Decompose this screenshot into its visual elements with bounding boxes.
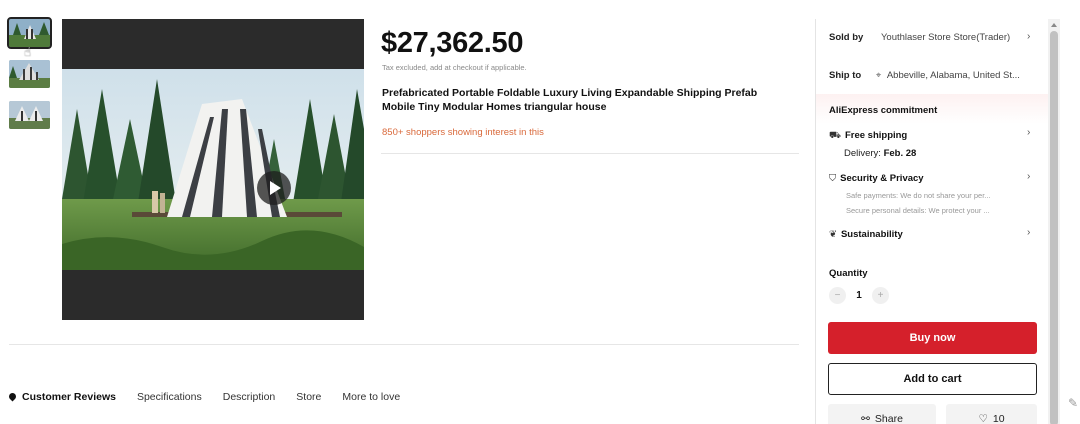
delivery-date: Feb. 28 [883, 148, 917, 159]
pencil-icon[interactable]: ✎ [1068, 396, 1078, 410]
sustainability-row[interactable]: ❦ Sustainability [829, 229, 903, 240]
security-line-2: Secure personal details: We protect your… [846, 206, 990, 215]
product-image [62, 69, 364, 270]
add-to-cart-button[interactable]: Add to cart [828, 363, 1037, 395]
play-icon[interactable] [257, 171, 291, 205]
product-tabs: Customer Reviews Specifications Descript… [9, 391, 421, 403]
interest-text: 850+ shoppers showing interest in this [382, 127, 544, 138]
heart-icon: ♡ [978, 413, 988, 424]
product-price: $27,362.50 [381, 27, 524, 59]
quantity-label: Quantity [829, 268, 868, 279]
tab-more-to-love[interactable]: More to love [342, 391, 400, 403]
thumbnail-strip [7, 17, 52, 142]
chevron-right-icon: › [1027, 227, 1031, 238]
quantity-value[interactable]: 1 [855, 290, 863, 301]
location-pin-icon [9, 393, 16, 402]
wishlist-count: 10 [992, 413, 1005, 424]
scrollbar[interactable] [1048, 19, 1060, 424]
scrollbar-thumb[interactable] [1050, 31, 1058, 424]
chevron-right-icon: › [1027, 127, 1031, 138]
tab-store[interactable]: Store [296, 391, 321, 403]
decrease-quantity-button[interactable]: − [829, 287, 846, 304]
scroll-up-icon[interactable] [1051, 23, 1057, 27]
thumbnail-3[interactable] [9, 101, 50, 129]
free-shipping-row[interactable]: ⛟ Free shipping [829, 130, 907, 142]
tax-note: Tax excluded, add at checkout if applica… [382, 63, 527, 72]
security-line-1: Safe payments: We do not share your per.… [846, 191, 991, 200]
wishlist-button[interactable]: ♡ 10 [946, 404, 1037, 424]
delivery-row: Delivery: Feb. 28 [844, 148, 917, 159]
tab-customer-reviews[interactable]: Customer Reviews [9, 391, 116, 403]
commitment-title: AliExpress commitment [829, 105, 938, 116]
location-pin-icon: ⌖ [875, 70, 882, 81]
chevron-right-icon: › [1027, 171, 1031, 182]
quantity-stepper: − 1 + [829, 287, 889, 304]
ship-to-row[interactable]: Ship to ⌖ Abbeville, Alabama, United St.… [829, 70, 1020, 81]
thumbnail-1[interactable] [7, 17, 52, 49]
tab-description[interactable]: Description [223, 391, 276, 403]
share-button[interactable]: ⚯ Share [828, 404, 936, 424]
share-icon: ⚯ [861, 413, 870, 424]
tab-specifications[interactable]: Specifications [137, 391, 202, 403]
thumbnail-2[interactable] [9, 60, 50, 88]
chevron-right-icon: › [1027, 31, 1031, 42]
increase-quantity-button[interactable]: + [872, 287, 889, 304]
product-title: Prefabricated Portable Foldable Luxury L… [382, 87, 758, 113]
sold-by-row[interactable]: Sold by Youthlaser Store Store(Trader) [829, 32, 1010, 43]
mouse-cursor-icon: ☝ [24, 45, 32, 59]
leaf-icon: ❦ [829, 229, 837, 240]
product-video[interactable] [62, 19, 364, 320]
shield-icon: ⛉ [829, 173, 837, 184]
divider [381, 153, 799, 154]
seller-name: Youthlaser Store Store(Trader) [880, 32, 1011, 43]
buy-now-button[interactable]: Buy now [828, 322, 1037, 354]
purchase-panel: Sold by Youthlaser Store Store(Trader) ›… [815, 19, 1049, 424]
security-row[interactable]: ⛉ Security & Privacy [829, 173, 924, 184]
ship-to-location: Abbeville, Alabama, United St... [886, 70, 1020, 81]
divider [9, 344, 799, 345]
truck-icon: ⛟ [829, 130, 841, 141]
